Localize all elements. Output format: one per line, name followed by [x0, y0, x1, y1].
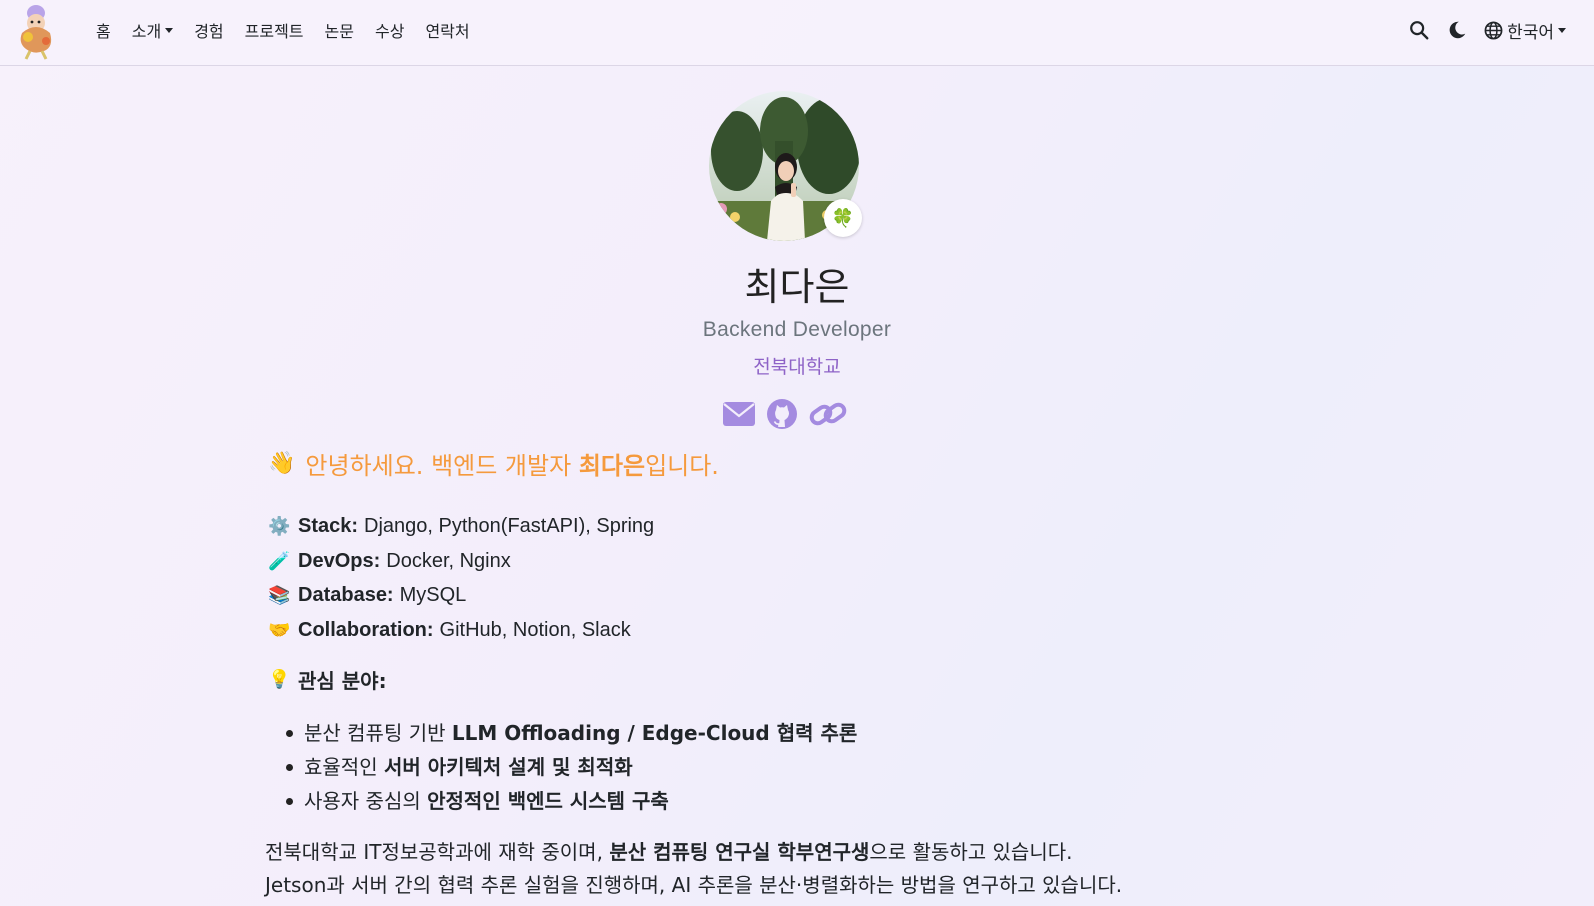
nav-about-label: 소개	[131, 24, 162, 41]
interests-heading: 💡 관심 분야:	[268, 665, 1268, 694]
item-bold: LLM Offloading / Edge-Cloud 협력 추론	[451, 721, 858, 745]
nav-about-dropdown[interactable]: 소개	[131, 18, 174, 42]
tech-value: MySQL	[399, 584, 467, 606]
nav-projects-label: 프로젝트	[244, 24, 304, 41]
nav-experience[interactable]: 경험	[194, 18, 223, 42]
nav-contact[interactable]: 연락처	[425, 18, 469, 42]
link-icon[interactable]	[808, 398, 848, 435]
navbar: 홈 소개 경험 프로젝트 논문 수상 연락처 한국어	[0, 0, 1594, 66]
item-text: 사용자 중심의	[304, 789, 428, 813]
clover-icon: 🍀	[831, 207, 855, 228]
nav-papers-label: 논문	[324, 24, 354, 41]
caret-down-icon	[165, 27, 174, 33]
light-bulb-icon: 💡	[268, 669, 291, 690]
test-tube-icon: 🧪	[268, 550, 291, 571]
profile-name: 최다은	[744, 265, 850, 309]
envelope-icon[interactable]	[722, 401, 756, 432]
tech-label: Database:	[298, 584, 394, 606]
tech-list: ⚙️ Stack: Django, Python(FastAPI), Sprin…	[268, 509, 1268, 647]
greeting-prefix: 안녕하세요. 백엔드 개발자	[305, 452, 579, 480]
tech-label: DevOps:	[298, 549, 381, 572]
item-bold: 안정적인 백엔드 시스템 구축	[427, 789, 669, 813]
about-text: 전북대학교 IT정보공학과에 재학 중이며,	[265, 840, 610, 864]
nav-links: 홈 소개 경험 프로젝트 논문 수상 연락처	[96, 0, 491, 60]
caret-down-icon	[1558, 27, 1566, 33]
tech-label: Stack:	[298, 515, 359, 537]
nav-contact-label: 연락처	[425, 24, 470, 41]
brand-logo[interactable]	[14, 3, 60, 61]
nav-experience-label: 경험	[194, 24, 224, 41]
globe-icon	[1484, 21, 1503, 39]
interests-title: 관심 분야:	[298, 669, 387, 693]
handshake-icon: 🤝	[268, 619, 291, 640]
clover-badge: 🍀	[824, 199, 862, 237]
tech-row-devops: 🧪 DevOps: Docker, Nginx	[268, 544, 1268, 579]
tech-value: GitHub, Notion, Slack	[439, 618, 631, 641]
profile-school[interactable]: 전북대학교	[0, 352, 1594, 379]
item-text: 분산 컴퓨팅 기반	[304, 721, 452, 745]
social-links	[722, 398, 848, 435]
item-text: 효율적인	[304, 755, 384, 779]
nav-projects[interactable]: 프로젝트	[245, 18, 304, 42]
greeting: 👋 안녕하세요. 백엔드 개발자 최다은 입니다.	[268, 446, 1268, 481]
moon-icon[interactable]	[1446, 19, 1468, 41]
profile-role: Backend Developer	[702, 318, 892, 341]
greeting-name: 최다은	[578, 452, 646, 480]
item-bold: 서버 아키텍처 설계 및 최적화	[383, 755, 633, 779]
about-line-2: Jetson과 서버 간의 협력 추론 실험을 진행하며, AI 추론을 분산·…	[265, 873, 1123, 897]
about-line-1: 전북대학교 IT정보공학과에 재학 중이며, 분산 컴퓨팅 연구실 학부연구생으…	[265, 836, 1268, 869]
github-icon[interactable]	[766, 398, 798, 435]
interests-list: 분산 컴퓨팅 기반 LLM Offloading / Edge-Cloud 협력…	[286, 716, 1268, 818]
books-icon: 📚	[268, 585, 291, 605]
language-dropdown[interactable]: 한국어	[1484, 18, 1566, 43]
search-icon[interactable]	[1408, 19, 1430, 41]
about-paragraph: 전북대학교 IT정보공학과에 재학 중이며, 분산 컴퓨팅 연구실 학부연구생으…	[265, 836, 1268, 902]
avatar-wrapper: 🍀	[709, 91, 862, 241]
tech-value: Docker, Nginx	[386, 549, 511, 572]
list-item: 효율적인 서버 아키텍처 설계 및 최적화	[286, 750, 1268, 784]
nav-awards-label: 수상	[374, 24, 405, 41]
nav-papers[interactable]: 논문	[325, 18, 354, 42]
nav-home[interactable]: 홈	[96, 18, 111, 42]
nav-awards[interactable]: 수상	[375, 18, 404, 42]
tech-row-database: 📚 Database: MySQL	[268, 578, 1268, 613]
nav-right: 한국어	[1392, 0, 1566, 60]
about-content: 👋 안녕하세요. 백엔드 개발자 최다은 입니다. ⚙️ Stack: Djang…	[265, 446, 1268, 902]
tech-label: Collaboration:	[298, 618, 434, 641]
about-bold: 분산 컴퓨팅 연구실 학부연구생	[609, 840, 870, 864]
tech-row-collaboration: 🤝 Collaboration: GitHub, Notion, Slack	[268, 613, 1268, 648]
tech-value: Django, Python(FastAPI), Spring	[364, 515, 655, 537]
wave-icon: 👋	[268, 451, 296, 476]
nav-home-label: 홈	[96, 24, 111, 41]
greeting-suffix: 입니다.	[645, 452, 719, 480]
list-item: 사용자 중심의 안정적인 백엔드 시스템 구축	[286, 784, 1268, 818]
tech-row-stack: ⚙️ Stack: Django, Python(FastAPI), Sprin…	[268, 509, 1268, 544]
list-item: 분산 컴퓨팅 기반 LLM Offloading / Edge-Cloud 협력…	[286, 716, 1268, 750]
language-label: 한국어	[1507, 22, 1554, 42]
gear-icon: ⚙️	[268, 516, 291, 536]
about-text: 으로 활동하고 있습니다.	[869, 840, 1073, 864]
